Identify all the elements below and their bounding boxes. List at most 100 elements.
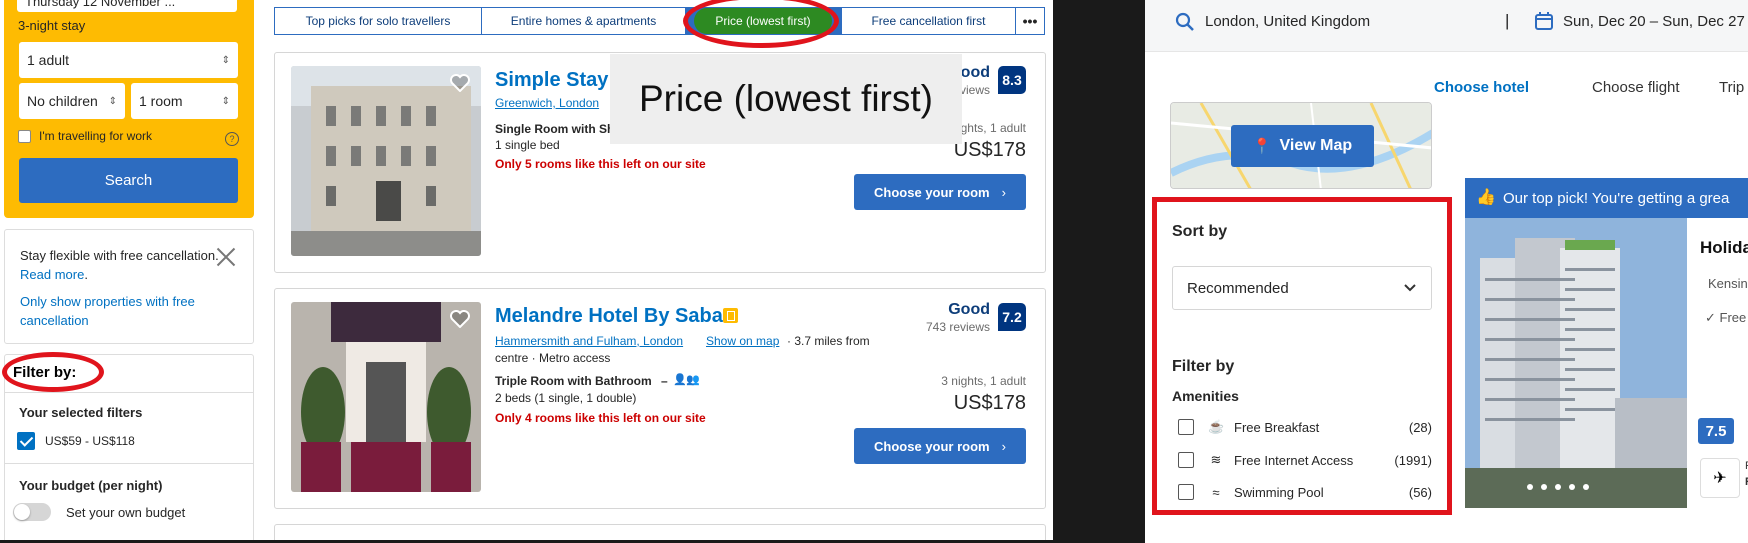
filter-by-heading: Filter by	[1172, 358, 1235, 375]
composite-screenshot: Thursday 12 November ... 3-night stay 1 …	[0, 0, 1748, 543]
own-budget-label: Set your own budget	[66, 505, 186, 520]
scarcity-text: Only 5 rooms like this left on our site	[495, 157, 706, 171]
more-options-icon[interactable]: •••	[1016, 8, 1044, 34]
choose-room-button[interactable]: Choose your room ›	[854, 174, 1026, 210]
annotation-oval	[683, 0, 839, 48]
heart-icon[interactable]	[450, 310, 470, 328]
person-outline-icon: 👥	[686, 374, 700, 386]
wifi-icon: ≋	[1210, 452, 1222, 467]
divider	[4, 392, 254, 393]
tab-trip[interactable]: Trip	[1719, 79, 1744, 96]
work-travel-row[interactable]: I'm travelling for work	[18, 129, 244, 143]
tab-choose-hotel[interactable]: Choose hotel	[1434, 79, 1529, 96]
property-photo[interactable]	[291, 66, 481, 256]
genius-badge-icon	[723, 308, 738, 323]
chevron-right-icon: ›	[1001, 184, 1006, 200]
amenity-free-internet[interactable]: ≋ Free Internet Access (1991)	[1178, 451, 1432, 469]
room-type-dash: –	[661, 374, 668, 388]
property-location-link[interactable]: Greenwich, London	[495, 96, 599, 110]
map-pin-icon: 📍	[1252, 138, 1272, 155]
rooms-select[interactable]: 1 room ⇕	[131, 83, 238, 119]
room-type: Triple Room with Bathroom	[495, 374, 652, 388]
stay-summary: 3 nights, 1 adult	[941, 374, 1026, 388]
annotation-oval	[2, 352, 104, 392]
view-map-button[interactable]: 📍 View Map	[1231, 125, 1374, 167]
stay-length: 3-night stay	[18, 18, 86, 33]
property-location-link[interactable]: Hammersmith and Fulham, London	[495, 334, 683, 348]
price-filter-label: US$59 - US$118	[45, 434, 135, 448]
updown-arrow-icon: ⇕	[221, 54, 230, 66]
chevron-right-icon: ›	[1001, 438, 1006, 454]
read-more-link[interactable]: Read more	[20, 267, 84, 282]
show-on-map-link[interactable]: Show on map	[706, 334, 779, 348]
sort-select[interactable]: Recommended	[1172, 266, 1432, 310]
sort-tabs: Top picks for solo travellers Entire hom…	[274, 7, 1045, 35]
own-budget-toggle[interactable]	[13, 503, 51, 521]
coffee-cup-icon: ☕	[1208, 419, 1225, 434]
person-icon: 👤	[673, 374, 687, 386]
search-location[interactable]: London, United Kingdom	[1205, 13, 1370, 30]
tab-free-cancellation[interactable]: Free cancellation first	[842, 8, 1016, 34]
distance-text: · 3.7 miles from	[787, 334, 870, 348]
amenity-free-breakfast[interactable]: ☕ Free Breakfast (28)	[1178, 418, 1432, 436]
work-travel-label: I'm travelling for work	[39, 129, 152, 143]
amenity-swimming-pool[interactable]: ≈ Swimming Pool (56)	[1178, 483, 1432, 501]
checkin-date-field[interactable]: Thursday 12 November ...	[17, 0, 237, 12]
tab-choose-flight[interactable]: Choose flight	[1592, 79, 1680, 96]
close-icon[interactable]	[214, 245, 238, 269]
children-select[interactable]: No children ⇕	[19, 83, 125, 119]
work-travel-checkbox[interactable]	[18, 129, 31, 143]
property-name[interactable]: Melandre Hotel By Saba	[495, 305, 723, 328]
bed-info: 2 beds (1 single, 1 double)	[495, 391, 637, 405]
checkin-date-value: Thursday 12 November ...	[25, 0, 176, 9]
scarcity-text: Only 4 rooms like this left on our site	[495, 411, 706, 425]
rating-word: Good	[948, 301, 990, 318]
review-score: 7.2	[998, 303, 1026, 331]
search-icon	[1175, 12, 1194, 31]
review-score: 8.3	[998, 66, 1026, 94]
property-photo[interactable]	[291, 302, 481, 492]
budget-heading: Your budget (per night)	[19, 478, 163, 493]
flight-icon: ✈	[1700, 458, 1740, 498]
review-count: 743 reviews	[925, 320, 990, 334]
free-perk: ✓ Free	[1705, 310, 1747, 325]
updown-arrow-icon: ⇕	[108, 95, 117, 107]
divider	[4, 463, 254, 464]
hotel-score: 7.5	[1698, 418, 1734, 444]
date-range[interactable]: Sun, Dec 20 – Sun, Dec 27	[1563, 13, 1745, 30]
carousel-dots[interactable]	[1527, 484, 1589, 490]
distance-text-line2: centre · Metro access	[495, 351, 611, 365]
tab-entire-homes[interactable]: Entire homes & apartments	[482, 8, 686, 34]
sort-option-callout: Price (lowest first)	[610, 54, 962, 144]
free-cancellation-link[interactable]: Only show properties with free cancellat…	[20, 292, 240, 330]
thumbs-up-icon: 👍	[1476, 189, 1496, 206]
top-pick-banner: Our top pick! You're getting a grea	[1465, 178, 1748, 218]
room-type: Single Room with Sh	[495, 122, 615, 136]
separator: |	[1505, 11, 1510, 30]
help-icon[interactable]: ?	[225, 132, 239, 146]
bed-info: 1 single bed	[495, 138, 560, 152]
tab-top-picks[interactable]: Top picks for solo travellers	[275, 8, 482, 34]
travel-search-panel: London, United Kingdom | Sun, Dec 20 – S…	[1145, 0, 1748, 543]
price-filter-checkbox[interactable]	[17, 432, 35, 450]
amenity-checkbox[interactable]	[1178, 484, 1194, 500]
amenity-checkbox[interactable]	[1178, 419, 1194, 435]
chevron-down-icon	[1404, 284, 1416, 292]
hotel-title[interactable]: Holida	[1700, 238, 1748, 258]
booking-results-panel: Thursday 12 November ... 3-night stay 1 …	[0, 0, 1053, 540]
search-button[interactable]: Search	[19, 158, 238, 203]
amenity-checkbox[interactable]	[1178, 452, 1194, 468]
price: US$178	[953, 392, 1026, 414]
sort-by-heading: Sort by	[1172, 223, 1228, 240]
property-name[interactable]: Simple Stay	[495, 69, 608, 92]
checkmark-icon: ✓	[1705, 310, 1720, 325]
heart-icon[interactable]	[450, 74, 470, 92]
choose-room-button[interactable]: Choose your room ›	[854, 428, 1026, 464]
hotel-photo[interactable]	[1465, 218, 1687, 508]
hotel-location: Kensin	[1708, 276, 1748, 291]
calendar-icon	[1535, 12, 1553, 30]
adults-select[interactable]: 1 adult ⇕	[19, 42, 238, 78]
selected-filters-heading: Your selected filters	[19, 405, 143, 420]
amenities-heading: Amenities	[1172, 388, 1239, 404]
property-card	[274, 524, 1046, 540]
